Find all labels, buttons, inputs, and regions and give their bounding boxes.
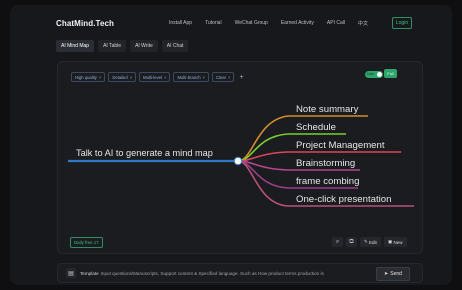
prompt-input[interactable]: Template Input questions/Manuscripts, Su…: [80, 268, 373, 278]
chip-label: Multi-branch: [177, 74, 201, 80]
send-button-label: Send: [390, 271, 402, 277]
chip-label: Clear: [215, 74, 226, 80]
chip-multi-level[interactable]: Multi-level ×: [139, 72, 171, 82]
branch-label-frame-combing: frame combing: [296, 176, 359, 187]
chip-label: Multi-level: [143, 74, 163, 80]
branch-label-brainstorming: Brainstorming: [296, 158, 355, 169]
nav-api-call[interactable]: API Call: [327, 20, 345, 27]
template-icon[interactable]: ▤: [66, 268, 76, 278]
mind-map-canvas: Talk to AI to generate a mind map Note s…: [68, 104, 414, 207]
edit-icon: ✎: [364, 239, 368, 244]
branch-label-note-summary: Note summary: [296, 104, 359, 115]
template-label[interactable]: Template: [80, 271, 99, 276]
close-icon[interactable]: ×: [99, 75, 101, 80]
close-icon[interactable]: ×: [228, 75, 230, 80]
add-icon[interactable]: +: [239, 74, 243, 81]
tab-ai-chat[interactable]: AI Chat: [161, 40, 189, 52]
chip-detailed[interactable]: Detailed ×: [108, 72, 137, 82]
top-bar: ChatMind.Tech Install App Tutorial WeCha…: [10, 5, 452, 43]
top-nav: Install App Tutorial WeChat Group Earned…: [169, 20, 368, 27]
chip-multi-branch[interactable]: Multi-branch ×: [173, 72, 209, 82]
chip-label: Detailed: [112, 74, 128, 80]
chip-label: High quality: [75, 74, 97, 80]
root-node-label: Talk to AI to generate a mind map: [76, 148, 213, 158]
theme-toggle-label: Dark: [367, 72, 375, 76]
tab-ai-write[interactable]: AI Write: [130, 40, 158, 52]
send-icon: ➤: [384, 271, 389, 277]
root-node-dot: [233, 156, 243, 166]
edit-button-label: Edit: [369, 239, 377, 245]
fullscreen-button[interactable]: Full: [384, 69, 397, 78]
prompt-placeholder: Input questions/Manuscripts, Support con…: [100, 270, 324, 276]
close-icon[interactable]: ×: [164, 75, 166, 80]
new-icon: ▣: [388, 239, 393, 244]
chip-high-quality[interactable]: High quality ×: [71, 72, 106, 82]
copy-icon[interactable]: ⧉: [346, 237, 357, 247]
filter-chips: High quality × Detailed × Multi-level × Mul…: [71, 72, 244, 82]
nav-wechat-group[interactable]: WeChat Group: [235, 20, 268, 27]
daily-free-counter: Daily free 17: [70, 237, 103, 248]
brand-logo[interactable]: ChatMind.Tech: [56, 19, 114, 28]
theme-toggle[interactable]: Dark: [365, 71, 383, 78]
nav-earned-activity[interactable]: Earned Activity: [281, 20, 314, 27]
app-window: ChatMind.Tech Install App Tutorial WeCha…: [10, 5, 452, 285]
zoom-icon[interactable]: ⌕: [332, 237, 343, 247]
branch-label-schedule: Schedule: [296, 122, 336, 133]
close-icon[interactable]: ×: [203, 75, 205, 80]
prompt-bar: ▤ Template Input questions/Manuscripts, …: [57, 263, 423, 283]
nav-tutorial[interactable]: Tutorial: [205, 20, 222, 27]
mode-tabs: AI Mind Map AI Table AI Write AI Chat: [56, 40, 189, 52]
login-button[interactable]: Login: [392, 17, 412, 29]
new-button[interactable]: ▣ New: [384, 237, 407, 247]
send-button[interactable]: ➤ Send: [376, 267, 410, 281]
branch-label-project-management: Project Management: [296, 140, 385, 151]
tab-ai-mind-map[interactable]: AI Mind Map: [56, 40, 95, 52]
new-button-label: New: [393, 239, 403, 245]
toggle-knob: [377, 72, 382, 77]
close-icon[interactable]: ×: [130, 75, 132, 80]
tab-ai-table[interactable]: AI Table: [98, 40, 127, 52]
branch-label-one-click-presentation: One-click presentation: [296, 194, 391, 205]
edit-button[interactable]: ✎ Edit: [360, 237, 381, 247]
chip-clear[interactable]: Clear ×: [211, 72, 235, 82]
nav-language[interactable]: 中文: [358, 20, 368, 27]
nav-install-app[interactable]: Install App: [169, 20, 192, 27]
